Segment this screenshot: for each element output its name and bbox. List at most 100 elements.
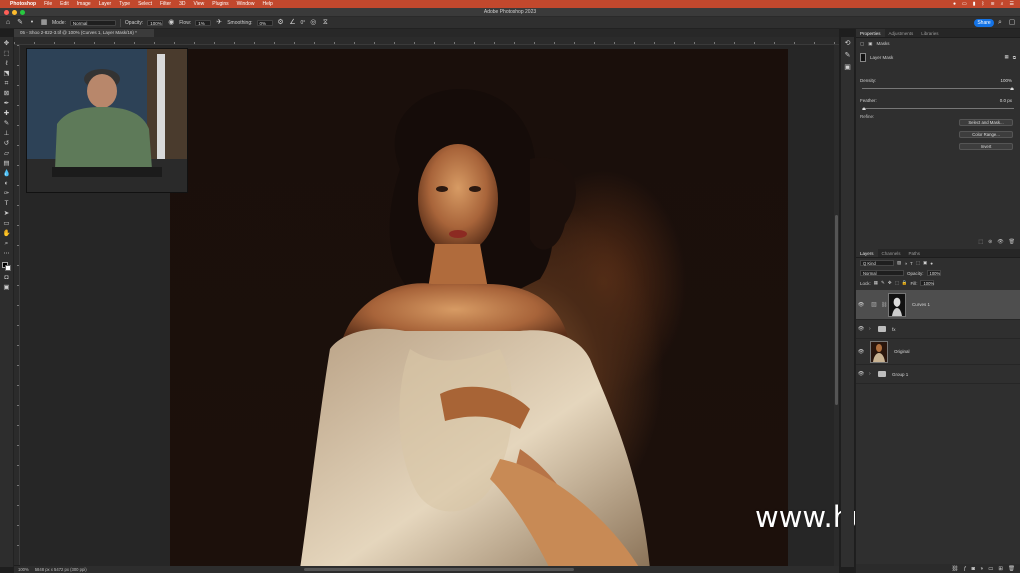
blur-tool-icon[interactable]: 💧 xyxy=(2,170,12,178)
layer-name[interactable]: Curves 1 xyxy=(912,302,930,307)
menu-layer[interactable]: Layer xyxy=(99,1,112,7)
zoom-tool-icon[interactable]: ⌕ xyxy=(2,240,12,248)
lock-position-icon[interactable]: ✥ xyxy=(888,280,892,286)
object-selection-tool-icon[interactable]: ⬔ xyxy=(2,70,12,78)
lock-pixels-icon[interactable]: ✎ xyxy=(881,280,885,286)
background-color-swatch[interactable] xyxy=(4,265,11,271)
layer-row-fx-group[interactable]: 👁 › fx xyxy=(856,320,1020,339)
vector-mask-icon[interactable]: ▣ xyxy=(868,41,872,47)
screen-icon[interactable]: ▭ xyxy=(962,1,967,7)
delete-mask-icon[interactable]: 🗑 xyxy=(1009,239,1015,247)
layer-row-group-1[interactable]: 👁 › Group 1 xyxy=(856,365,1020,384)
symmetry-icon[interactable]: ⧖ xyxy=(321,19,329,27)
density-slider-handle[interactable] xyxy=(1010,87,1014,90)
expand-chevron-icon[interactable]: › xyxy=(869,326,874,332)
layer-name[interactable]: Original xyxy=(894,349,910,354)
select-mask-icon[interactable]: ▦ xyxy=(1005,54,1009,60)
dodge-tool-icon[interactable]: ◐ xyxy=(2,180,12,188)
airbrush-icon[interactable]: ✈ xyxy=(215,19,223,27)
invert-button[interactable]: Invert xyxy=(959,143,1013,150)
visibility-eye-icon[interactable]: 👁 xyxy=(856,371,866,377)
load-selection-icon[interactable]: ⬚ xyxy=(978,239,983,247)
lasso-tool-icon[interactable]: ℓ xyxy=(2,60,12,68)
tab-paths[interactable]: Paths xyxy=(905,249,925,257)
layer-fill-field[interactable]: 100% xyxy=(920,280,935,286)
comments-panel-icon[interactable]: ▣ xyxy=(844,64,852,72)
home-icon[interactable]: ⌂ xyxy=(4,19,12,27)
document-size[interactable]: 5848 px x 5472 px (300 ppi) xyxy=(35,567,87,572)
menu-window[interactable]: Window xyxy=(237,1,255,7)
brush-size-picker-icon[interactable]: • xyxy=(28,19,36,27)
visibility-eye-icon[interactable]: 👁 xyxy=(856,326,866,332)
smoothing-field[interactable]: 0% xyxy=(256,19,273,26)
brush-tool-preset-icon[interactable]: ✎ xyxy=(16,19,24,27)
layer-name[interactable]: Group 1 xyxy=(892,372,908,377)
filter-type-icon[interactable]: T xyxy=(910,261,913,266)
eraser-tool-icon[interactable]: ▱ xyxy=(2,150,12,158)
new-layer-icon[interactable]: ⊞ xyxy=(998,566,1003,572)
record-icon[interactable]: ● xyxy=(953,1,956,7)
tab-adjustments[interactable]: Adjustments xyxy=(885,29,918,37)
menu-edit[interactable]: Edit xyxy=(60,1,69,7)
new-adjustment-layer-icon[interactable]: ◑ xyxy=(980,566,983,572)
layer-mask-thumbnail[interactable] xyxy=(888,292,906,317)
layer-kind-filter[interactable]: Q Kind xyxy=(860,260,894,266)
add-mask-icon[interactable]: ◙ xyxy=(972,566,975,572)
link-icon[interactable]: ⛓ xyxy=(881,302,887,308)
zoom-window-button[interactable] xyxy=(20,10,25,15)
angle-icon[interactable]: ∠ xyxy=(289,19,297,27)
move-tool-icon[interactable]: ✥ xyxy=(2,40,12,48)
pressure-opacity-icon[interactable]: ◉ xyxy=(167,19,175,27)
toggle-mask-visibility-icon[interactable]: 👁 xyxy=(997,239,1003,247)
new-group-icon[interactable]: ▭ xyxy=(988,566,993,572)
filter-shape-icon[interactable]: ⬚ xyxy=(916,260,920,266)
tab-channels[interactable]: Channels xyxy=(878,249,905,257)
spotlight-search-icon[interactable]: ⌕ xyxy=(1001,1,1004,7)
healing-brush-tool-icon[interactable]: ✚ xyxy=(2,110,12,118)
select-and-mask-button[interactable]: Select and Mask... xyxy=(959,119,1013,126)
layer-row-original[interactable]: 👁 Original xyxy=(856,339,1020,365)
vertical-scrollbar[interactable] xyxy=(834,45,839,566)
close-window-button[interactable] xyxy=(4,10,9,15)
history-panel-icon[interactable]: ⟲ xyxy=(844,40,852,48)
feather-slider-handle[interactable] xyxy=(862,107,866,110)
angle-value[interactable]: 0° xyxy=(301,20,306,26)
menu-view[interactable]: View xyxy=(194,1,205,7)
battery-icon[interactable]: ▮ xyxy=(973,1,976,7)
menu-app-photoshop[interactable]: Photoshop xyxy=(10,1,36,7)
add-layer-style-icon[interactable]: ƒ xyxy=(963,566,966,572)
density-value[interactable]: 100% xyxy=(1000,78,1012,83)
menu-3d[interactable]: 3D xyxy=(179,1,185,7)
filter-toggle-icon[interactable]: ● xyxy=(930,261,933,266)
menu-filter[interactable]: Filter xyxy=(160,1,171,7)
search-icon[interactable]: ⌕ xyxy=(996,19,1004,27)
brush-tool-icon[interactable]: ✎ xyxy=(2,120,12,128)
menu-select[interactable]: Select xyxy=(138,1,152,7)
feather-value[interactable]: 0.0 px xyxy=(1000,98,1012,103)
hand-tool-icon[interactable]: ✋ xyxy=(2,230,12,238)
workspace-icon[interactable]: ▢ xyxy=(1008,19,1016,27)
horizontal-scroll-thumb[interactable] xyxy=(304,568,574,571)
lock-artboard-icon[interactable]: ⬚ xyxy=(895,280,899,286)
color-swatches[interactable] xyxy=(1,262,12,272)
tab-layers[interactable]: Layers xyxy=(856,249,878,257)
zoom-level[interactable]: 100% xyxy=(18,567,29,572)
control-center-icon[interactable]: ☰ xyxy=(1010,1,1014,7)
more-tools-icon[interactable]: ⋯ xyxy=(2,250,12,258)
pixel-mask-icon[interactable]: ▢ xyxy=(860,41,864,47)
quick-mask-icon[interactable]: ◘ xyxy=(2,274,12,282)
lock-all-icon[interactable]: 🔒 xyxy=(902,280,908,286)
menu-file[interactable]: File xyxy=(44,1,52,7)
tab-libraries[interactable]: Libraries xyxy=(917,29,942,37)
pressure-size-icon[interactable]: ◎ xyxy=(309,19,317,27)
eyedropper-tool-icon[interactable]: ✒ xyxy=(2,100,12,108)
density-slider[interactable] xyxy=(862,86,1014,90)
bluetooth-icon[interactable]: ᛒ xyxy=(981,1,984,7)
mode-select[interactable]: Normal xyxy=(69,19,116,26)
menu-plugins[interactable]: Plugins xyxy=(212,1,228,7)
layer-opacity-field[interactable]: 100% xyxy=(926,270,941,276)
flow-field[interactable]: 1% xyxy=(195,19,212,26)
filter-adjustment-icon[interactable]: ◑ xyxy=(904,261,907,266)
artboard-tool-icon[interactable]: ⬚ xyxy=(2,50,12,58)
horizontal-ruler[interactable] xyxy=(14,37,839,45)
